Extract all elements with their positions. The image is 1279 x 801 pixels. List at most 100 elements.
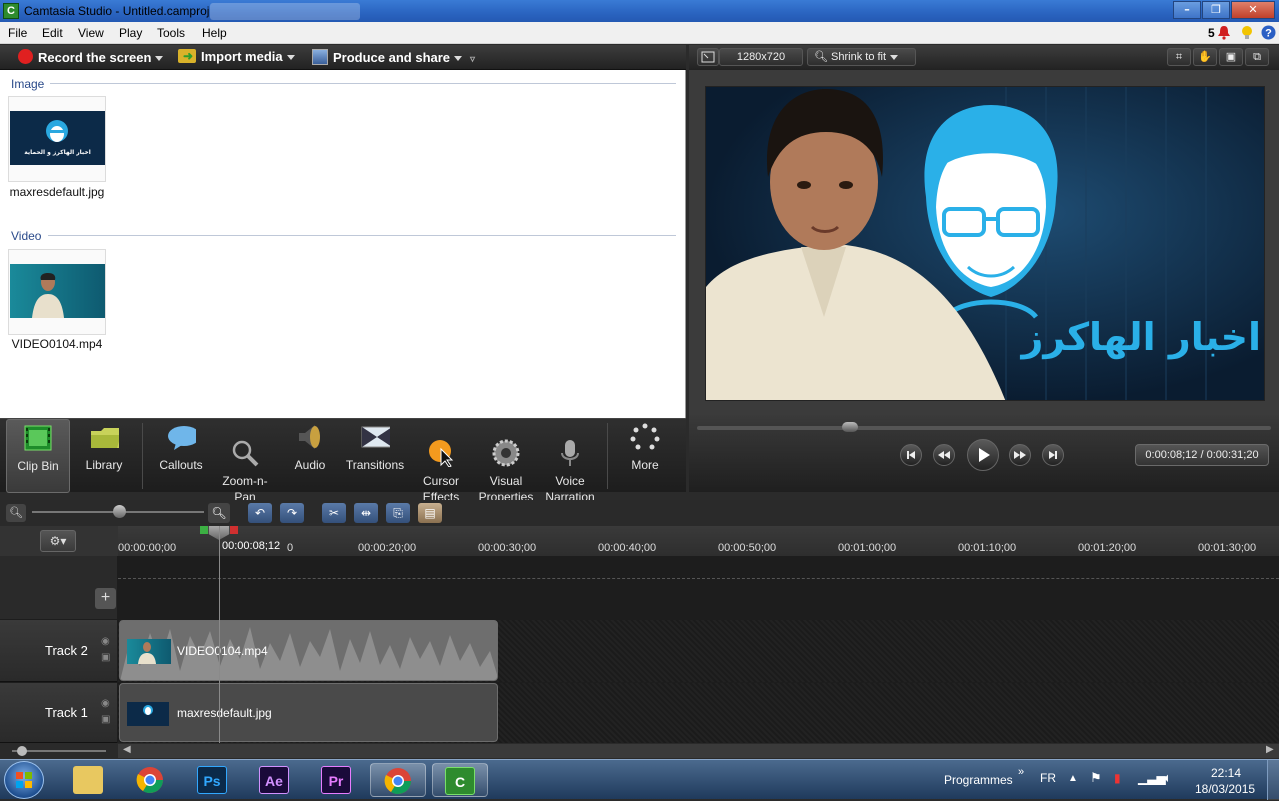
tick-label: 00:00:00;00: [118, 542, 177, 554]
timeline-settings-gear-icon[interactable]: ⚙▾: [40, 530, 76, 552]
record-icon: [18, 49, 33, 64]
video-clip[interactable]: VIDEO0104.mp4: [119, 620, 498, 681]
timeline-tracks: + Track 2 ◉ ▣ VIDEO0104.mp4 Track 1 ◉ ▣ …: [0, 526, 1279, 743]
help-icon[interactable]: ?: [1261, 25, 1276, 40]
tab-label: Audio: [294, 458, 326, 472]
eye-icon[interactable]: ◉: [101, 636, 110, 647]
network-signal-icon[interactable]: ▁▃▅: [1138, 771, 1166, 785]
paste-icon[interactable]: ▤: [418, 503, 442, 523]
tab-visual-properties[interactable]: Visual Properties: [474, 419, 538, 504]
taskbar-explorer[interactable]: [60, 763, 116, 797]
start-button[interactable]: [4, 761, 44, 799]
taskbar-chrome-open[interactable]: [370, 763, 426, 797]
language-indicator[interactable]: FR: [1040, 771, 1056, 785]
clock-date[interactable]: 18/03/2015: [1195, 782, 1255, 796]
rewind-button[interactable]: [933, 444, 955, 466]
image-filename[interactable]: maxresdefault.jpg: [0, 185, 114, 199]
tab-transitions[interactable]: Transitions: [342, 419, 408, 493]
lightbulb-icon[interactable]: [1240, 25, 1254, 41]
scroll-left-icon[interactable]: ◀: [123, 744, 131, 755]
fit-screen-icon[interactable]: ▣: [1219, 48, 1243, 66]
taskbar-camtasia[interactable]: C: [432, 763, 488, 797]
show-desktop-button[interactable]: [1267, 760, 1279, 800]
image-clip[interactable]: maxresdefault.jpg: [119, 683, 498, 742]
clip-label: maxresdefault.jpg: [177, 706, 272, 720]
bell-icon[interactable]: [1217, 25, 1231, 40]
skip-end-button[interactable]: [1042, 444, 1064, 466]
scroll-right-icon[interactable]: ▶: [1266, 744, 1274, 755]
taskbar-photoshop[interactable]: Ps: [184, 763, 240, 797]
zoom-in-icon[interactable]: 🔍︎: [208, 503, 230, 523]
gear-icon: [492, 439, 520, 467]
tab-zoom-n-pan[interactable]: Zoom-n- Pan: [216, 419, 274, 504]
programmes-toolbar[interactable]: Programmes: [944, 773, 1013, 787]
taskbar-after-effects[interactable]: Ae: [246, 763, 302, 797]
clock-time[interactable]: 22:14: [1211, 766, 1241, 780]
track-header-2[interactable]: Track 2 ◉ ▣: [0, 620, 117, 682]
redo-icon[interactable]: ↷: [280, 503, 304, 523]
minimize-button[interactable]: –: [1173, 1, 1201, 19]
copy-icon[interactable]: ⎘: [386, 503, 410, 523]
tab-callouts[interactable]: Callouts: [152, 419, 210, 493]
selection-start-marker[interactable]: [200, 526, 208, 534]
undo-icon[interactable]: ↶: [248, 503, 272, 523]
eye-icon[interactable]: ◉: [101, 698, 110, 709]
lock-icon[interactable]: ▣: [101, 714, 110, 725]
film-icon: [24, 425, 52, 451]
lock-icon[interactable]: ▣: [101, 652, 110, 663]
tab-library[interactable]: Library: [74, 419, 134, 493]
image-thumbnail[interactable]: اخبار الهاكرز و الحماية: [8, 96, 106, 182]
crop-icon[interactable]: ⌗: [1167, 48, 1191, 66]
horizontal-scrollbar[interactable]: [118, 744, 1279, 758]
menu-tools[interactable]: Tools: [157, 26, 185, 40]
zoom-slider-thumb[interactable]: [113, 505, 126, 518]
tab-clip-bin[interactable]: Clip Bin: [6, 419, 70, 493]
zoom-out-icon[interactable]: 🔍︎: [6, 504, 26, 522]
video-thumbnail[interactable]: [8, 249, 106, 335]
track-height-thumb[interactable]: [17, 746, 27, 756]
produce-share-button[interactable]: Produce and share ▿: [312, 49, 475, 65]
import-media-button[interactable]: ➜ Import media: [178, 49, 295, 64]
playhead-line[interactable]: [219, 526, 220, 743]
add-track-button[interactable]: +: [95, 588, 116, 609]
tab-audio[interactable]: Audio: [282, 419, 338, 493]
maximize-button[interactable]: ❐: [1202, 1, 1230, 19]
selection-end-marker[interactable]: [230, 526, 238, 534]
detach-preview-icon[interactable]: ⧉: [1245, 48, 1269, 66]
play-button[interactable]: [967, 439, 999, 471]
tab-more[interactable]: More: [614, 419, 676, 493]
tab-cursor-effects[interactable]: Cursor Effects: [412, 419, 470, 504]
skip-start-button[interactable]: [900, 444, 922, 466]
video-filename[interactable]: VIDEO0104.mp4: [0, 337, 114, 351]
record-screen-button[interactable]: Record the screen: [18, 49, 164, 65]
close-button[interactable]: ✕: [1231, 1, 1275, 19]
volume-icon[interactable]: 🔈︎: [1164, 770, 1172, 786]
toolbar-overflow-icon[interactable]: ▿: [470, 54, 475, 65]
menu-view[interactable]: View: [78, 26, 104, 40]
menu-edit[interactable]: Edit: [42, 26, 63, 40]
timeline-ruler[interactable]: ⚙▾ 00:00:08;12 00:00:00;00 0 00:00:20;00…: [0, 526, 1279, 556]
tab-voice-narration[interactable]: Voice Narration: [540, 419, 600, 504]
scrub-bar[interactable]: [697, 422, 1271, 432]
split-icon[interactable]: ⇹: [354, 503, 378, 523]
power-warning-icon[interactable]: ▮: [1114, 771, 1121, 785]
expand-chevron-icon[interactable]: »: [1018, 766, 1024, 778]
taskbar-premiere[interactable]: Pr: [308, 763, 364, 797]
menu-help[interactable]: Help: [202, 26, 227, 40]
video-canvas[interactable]: اخبار الهاكرز: [705, 86, 1265, 401]
track-header-1[interactable]: Track 1 ◉ ▣: [0, 683, 117, 743]
menu-play[interactable]: Play: [119, 26, 142, 40]
record-label: Record the screen: [38, 50, 152, 65]
cut-icon[interactable]: ✂: [322, 503, 346, 523]
zoom-dropdown[interactable]: 🔍︎ Shrink to fit: [807, 48, 916, 66]
hand-icon[interactable]: ✋: [1193, 48, 1217, 66]
import-folder-icon: ➜: [178, 49, 196, 63]
resize-icon[interactable]: [697, 48, 719, 66]
resolution-selector[interactable]: 1280x720: [719, 48, 803, 66]
fast-forward-button[interactable]: [1009, 444, 1031, 466]
scrub-thumb[interactable]: [842, 422, 859, 432]
menu-file[interactable]: File: [8, 26, 27, 40]
taskbar-chrome[interactable]: [122, 763, 178, 797]
show-hidden-icons[interactable]: ▲: [1068, 773, 1078, 784]
action-center-flag-icon[interactable]: ⚑: [1090, 770, 1102, 786]
